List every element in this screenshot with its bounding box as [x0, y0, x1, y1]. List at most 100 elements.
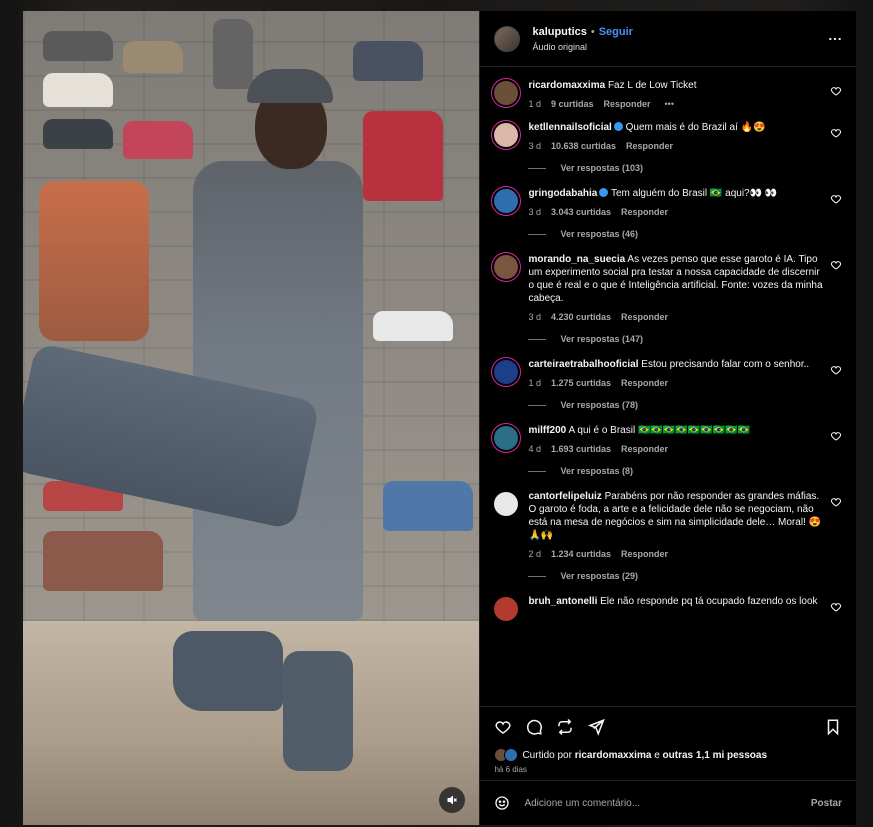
comments-list[interactable]: ricardomaxxima Faz L de Low Ticket 1 d 9 c… [480, 67, 856, 706]
heart-icon[interactable] [494, 718, 512, 736]
commenter-avatar[interactable] [494, 255, 519, 279]
view-replies-button[interactable]: Ver respostas (103) [528, 163, 842, 173]
reply-button[interactable]: Responder [621, 311, 668, 324]
comment-like-count[interactable]: 1.693 curtidas [551, 443, 611, 456]
commenter-username[interactable]: cantorfelipeluiz [528, 491, 601, 502]
send-icon[interactable] [587, 718, 606, 736]
comment-body: cantorfelipeluiz Parabéns por não respon… [528, 490, 842, 561]
comment-like-count[interactable]: 4.230 curtidas [551, 311, 611, 324]
comment-item: carteiraetrabalhooficial Estou precisand… [494, 358, 842, 410]
comment-options-button[interactable]: ••• [665, 98, 674, 111]
commenter-avatar[interactable] [494, 426, 519, 450]
repost-icon[interactable] [556, 718, 574, 736]
comment-age[interactable]: 1 d [528, 98, 541, 111]
more-options-icon[interactable] [828, 32, 842, 46]
separator-dot: • [590, 25, 595, 38]
comment-age[interactable]: 1 d [528, 377, 541, 390]
view-replies-button[interactable]: Ver respostas (8) [528, 466, 842, 476]
reply-button[interactable]: Responder [621, 377, 668, 390]
commenter-username[interactable]: bruh_antonelli [528, 596, 597, 607]
commenter-username[interactable]: ketllennailsoficial [528, 122, 611, 133]
post-video[interactable] [23, 11, 480, 825]
commenter-username[interactable]: ricardomaxxima [528, 80, 605, 91]
comment-like-heart-icon[interactable] [830, 85, 842, 97]
reply-button[interactable]: Responder [604, 98, 651, 111]
comment-input[interactable] [522, 796, 811, 810]
author-avatar[interactable] [494, 25, 521, 52]
comment-item: bruh_antonelli Ele não responde pq tá oc… [494, 595, 842, 621]
comment-meta: 4 d 1.693 curtidas Responder [528, 443, 824, 456]
comment-text: A qui é o Brasil 🇧🇷🇧🇷🇧🇷🇧🇷🇧🇷🇧🇷🇧🇷🇧🇷🇧🇷 [568, 425, 751, 436]
bookmark-icon[interactable] [824, 718, 842, 736]
comment-like-count[interactable]: 1.275 curtidas [551, 377, 611, 390]
comment-like-heart-icon[interactable] [830, 127, 842, 139]
reply-button[interactable]: Responder [621, 548, 668, 561]
view-replies-button[interactable]: Ver respostas (29) [528, 571, 842, 581]
comment-body: ricardomaxxima Faz L de Low Ticket 1 d 9 c… [528, 79, 842, 111]
reply-button[interactable]: Responder [621, 206, 668, 219]
view-replies-button[interactable]: Ver respostas (147) [528, 334, 842, 344]
comment-like-heart-icon[interactable] [830, 193, 842, 205]
orange-backpack [39, 181, 149, 341]
audio-label[interactable]: Áudio original [532, 40, 828, 55]
comment-meta: 2 d 1.234 curtidas Responder [528, 548, 824, 561]
comment-like-heart-icon[interactable] [830, 259, 842, 271]
comment-row: gringodabahia Tem alguém do Brasil 🇧🇷 aq… [494, 187, 842, 219]
volume-muted-icon [447, 795, 458, 805]
comment-like-heart-icon[interactable] [830, 364, 842, 376]
commenter-username[interactable]: gringodabahia [528, 188, 597, 199]
comment-meta: 1 d 1.275 curtidas Responder [528, 377, 824, 390]
comment-icon[interactable] [525, 718, 543, 736]
liked-by-user[interactable]: ricardomaxxima [575, 750, 652, 761]
comment-meta: 3 d 10.638 curtidas Responder [528, 140, 824, 153]
commenter-avatar[interactable] [494, 123, 519, 147]
comment-age[interactable]: 3 d [528, 206, 541, 219]
post-time[interactable]: há 6 dias [480, 763, 856, 780]
comment-body: bruh_antonelli Ele não responde pq tá oc… [528, 595, 842, 621]
follow-button[interactable]: Seguir [599, 26, 633, 38]
comment-like-heart-icon[interactable] [830, 601, 842, 613]
commenter-username[interactable]: milff200 [528, 425, 566, 436]
action-bar [480, 706, 856, 747]
comment-body: milff200 A qui é o Brasil 🇧🇷🇧🇷🇧🇷🇧🇷🇧🇷🇧🇷🇧🇷… [528, 424, 842, 456]
comment-like-heart-icon[interactable] [830, 430, 842, 442]
reply-button[interactable]: Responder [626, 140, 673, 153]
author-username[interactable]: kaluputics [532, 26, 586, 38]
commenter-avatar[interactable] [494, 492, 519, 516]
comment-meta: 3 d 4.230 curtidas Responder [528, 311, 824, 324]
emoji-icon[interactable] [494, 795, 510, 811]
post-comment-button[interactable]: Postar [811, 798, 842, 809]
comment-row: ketllennailsoficial Quem mais é do Brazi… [494, 121, 842, 153]
comment-age[interactable]: 3 d [528, 140, 541, 153]
commenter-avatar[interactable] [494, 360, 519, 384]
liked-by-middle: e [654, 749, 660, 761]
comment-row: bruh_antonelli Ele não responde pq tá oc… [494, 595, 842, 621]
add-comment-bar: Postar [480, 780, 856, 825]
commenter-avatar[interactable] [494, 597, 519, 621]
comment-row: ricardomaxxima Faz L de Low Ticket 1 d 9 c… [494, 79, 842, 111]
liked-by-others[interactable]: outras 1,1 mi pessoas [663, 750, 768, 761]
comments-panel: kaluputics • Seguir Áudio original ricardo… [479, 11, 856, 825]
commenter-avatar[interactable] [494, 81, 519, 105]
comment-like-count[interactable]: 1.234 curtidas [551, 548, 611, 561]
view-replies-button[interactable]: Ver respostas (46) [528, 229, 842, 239]
post-header: kaluputics • Seguir Áudio original [480, 11, 856, 67]
comment-age[interactable]: 4 d [528, 443, 541, 456]
comment-text: Tem alguém do Brasil 🇧🇷 aqui?👀 👀 [610, 188, 778, 199]
commenter-username[interactable]: carteiraetrabalhooficial [528, 359, 638, 370]
comment-meta: 1 d 9 curtidas Responder ••• [528, 98, 824, 111]
commenter-username[interactable]: morando_na_suecia [528, 254, 625, 265]
comment-item: ricardomaxxima Faz L de Low Ticket 1 d 9 c… [494, 79, 842, 111]
reply-button[interactable]: Responder [621, 443, 668, 456]
comment-item: morando_na_suecia As vezes penso que ess… [494, 253, 842, 344]
comment-like-count[interactable]: 10.638 curtidas [551, 140, 616, 153]
commenter-avatar[interactable] [494, 189, 519, 213]
comment-like-heart-icon[interactable] [830, 496, 842, 508]
comment-item: milff200 A qui é o Brasil 🇧🇷🇧🇷🇧🇷🇧🇷🇧🇷🇧🇷🇧🇷… [494, 424, 842, 476]
comment-text: Quem mais é do Brazil aí 🔥😍 [625, 122, 766, 133]
comment-like-count[interactable]: 3.043 curtidas [551, 206, 611, 219]
view-replies-button[interactable]: Ver respostas (78) [528, 400, 842, 410]
comment-like-count[interactable]: 9 curtidas [551, 98, 594, 111]
comment-age[interactable]: 3 d [528, 311, 541, 324]
comment-age[interactable]: 2 d [528, 548, 541, 561]
